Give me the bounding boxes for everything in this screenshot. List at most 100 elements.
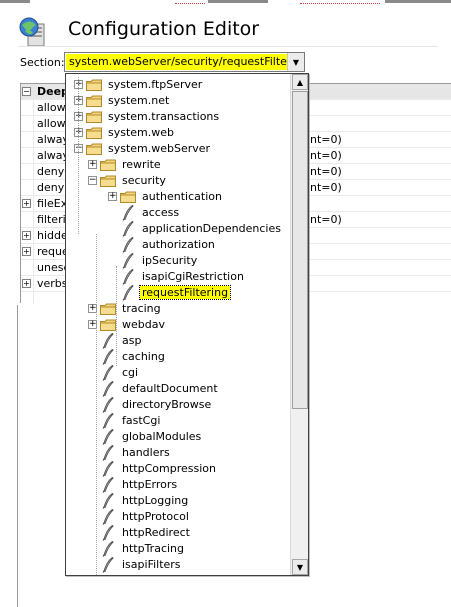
collapse-icon[interactable]: −	[88, 176, 97, 185]
tree-item-label[interactable]: httpCompression	[120, 462, 218, 475]
quill-icon	[102, 332, 114, 349]
tree-item[interactable]: isapiCgiRestriction	[66, 268, 290, 285]
tree-item[interactable]: asp	[66, 332, 290, 349]
tree-item[interactable]: + system.web	[66, 125, 290, 141]
dropdown-scrollbar[interactable]: ▲ ▼	[290, 74, 308, 575]
expand-icon[interactable]: +	[88, 160, 97, 169]
tree-item[interactable]: + system.ftpServer	[66, 77, 290, 93]
grid-left-edge	[17, 305, 18, 607]
scroll-up-icon[interactable]: ▲	[292, 74, 308, 90]
tree-item-label[interactable]: globalModules	[120, 430, 203, 443]
quill-icon	[102, 476, 114, 493]
quill-icon	[102, 412, 114, 429]
tree-item-label[interactable]: caching	[120, 350, 167, 363]
tree-item-label[interactable]: security	[120, 174, 168, 187]
quill-icon	[102, 460, 114, 477]
tree-item-label[interactable]: httpErrors	[120, 478, 179, 491]
tree-item-label[interactable]: requestFiltering	[138, 285, 232, 300]
chevron-down-icon[interactable]: ▼	[287, 53, 304, 71]
tree-item-label[interactable]: isapiFilters	[120, 558, 183, 571]
tree-item[interactable]: + webdav	[66, 317, 290, 333]
tree-item-label[interactable]: system.transactions	[106, 110, 221, 123]
tree-item[interactable]: cgi	[66, 364, 290, 381]
expand-icon[interactable]: +	[22, 279, 31, 288]
tree-item-label[interactable]: directoryBrowse	[120, 398, 213, 411]
tree-item-label[interactable]: system.net	[106, 94, 171, 107]
tree-item-label[interactable]: httpRedirect	[120, 526, 192, 539]
tree-item[interactable]: + rewrite	[66, 157, 290, 173]
folder-icon	[86, 111, 102, 123]
tree-connector	[96, 234, 97, 575]
tree-item-label[interactable]: authorization	[140, 238, 217, 251]
tree-item[interactable]: httpLogging	[66, 492, 290, 509]
tree-item-label[interactable]: isapiCgiRestriction	[140, 270, 246, 283]
collapse-icon[interactable]: −	[22, 87, 31, 96]
tree-item[interactable]: authorization	[66, 236, 290, 253]
tree-item-label[interactable]: applicationDependencies	[140, 222, 283, 235]
tree-item-label[interactable]: system.webServer	[106, 142, 212, 155]
tree-item-label[interactable]: asp	[120, 334, 143, 347]
scroll-thumb[interactable]	[292, 91, 308, 409]
tree-item-label[interactable]: httpProtocol	[120, 510, 191, 523]
tree-item-label[interactable]: system.web	[106, 126, 176, 139]
tree-item-label[interactable]: ipSecurity	[140, 254, 199, 267]
quill-icon	[102, 540, 114, 557]
tree-item[interactable]: + system.net	[66, 93, 290, 109]
tree-item-label[interactable]: httpLogging	[120, 494, 190, 507]
tree-item-label[interactable]: authentication	[140, 190, 224, 203]
tree-item[interactable]: handlers	[66, 444, 290, 461]
quill-icon	[122, 268, 134, 285]
tree-item[interactable]: ipSecurity	[66, 252, 290, 269]
tree-item-label[interactable]: fastCgi	[120, 414, 162, 427]
tree-item-label[interactable]: rewrite	[120, 158, 163, 171]
tree-item[interactable]: requestFiltering	[66, 284, 290, 301]
tree-item[interactable]: − system.webServer	[66, 141, 290, 157]
tree-item[interactable]: fastCgi	[66, 412, 290, 429]
tree-item[interactable]: access	[66, 204, 290, 221]
folder-icon	[86, 143, 102, 155]
tree-item-label[interactable]: httpTracing	[120, 542, 186, 555]
tree-item[interactable]: httpTracing	[66, 540, 290, 557]
section-dropdown-tree[interactable]: + system.ftpServer + system.net + system.tran…	[65, 73, 309, 576]
tree-item[interactable]: globalModules	[66, 428, 290, 445]
tree-item[interactable]: httpProtocol	[66, 508, 290, 525]
quill-icon	[102, 364, 114, 381]
tree-item[interactable]: httpRedirect	[66, 524, 290, 541]
tree-item-label[interactable]: webdav	[120, 318, 167, 331]
tree-item[interactable]: defaultDocument	[66, 380, 290, 397]
tree-item[interactable]: httpCompression	[66, 460, 290, 477]
tree-item-label[interactable]: system.ftpServer	[106, 78, 204, 91]
tree-item[interactable]: + system.transactions	[66, 109, 290, 125]
tree-item[interactable]: + tracing	[66, 301, 290, 317]
grid-row-name: fileEx	[37, 197, 68, 210]
tree-item[interactable]: applicationDependencies	[66, 220, 290, 237]
tree-item[interactable]: − security	[66, 173, 290, 189]
tree-item-label[interactable]: tracing	[120, 302, 163, 315]
tree-item[interactable]: directoryBrowse	[66, 396, 290, 413]
quill-icon	[102, 396, 114, 413]
expand-icon[interactable]: +	[108, 192, 117, 201]
quill-icon	[122, 284, 134, 301]
expand-icon[interactable]: +	[22, 247, 31, 256]
quill-icon	[122, 204, 134, 221]
tree-item-label[interactable]: defaultDocument	[120, 382, 220, 395]
scroll-down-icon[interactable]: ▼	[292, 559, 308, 575]
section-value[interactable]: system.webServer/security/requestFilteri…	[66, 54, 288, 70]
tree-item[interactable]: httpErrors	[66, 476, 290, 493]
tree-item[interactable]: + authentication	[66, 189, 290, 205]
quill-icon	[102, 524, 114, 541]
expand-icon[interactable]: +	[22, 231, 31, 240]
tree-item[interactable]: caching	[66, 348, 290, 365]
tree-item-label[interactable]: cgi	[120, 366, 140, 379]
folder-icon	[86, 95, 102, 107]
tree-item-label[interactable]: handlers	[120, 446, 172, 459]
tree-item[interactable]: isapiFilters	[66, 556, 290, 573]
quill-icon	[102, 380, 114, 397]
section-combobox[interactable]: system.webServer/security/requestFilteri…	[64, 52, 305, 72]
expand-icon[interactable]: +	[22, 199, 31, 208]
tree-item-label[interactable]: access	[140, 206, 181, 219]
tree-connector	[116, 266, 117, 366]
top-cutoff-strip	[0, 0, 451, 6]
folder-icon	[86, 127, 102, 139]
section-label: Section:	[20, 56, 65, 69]
